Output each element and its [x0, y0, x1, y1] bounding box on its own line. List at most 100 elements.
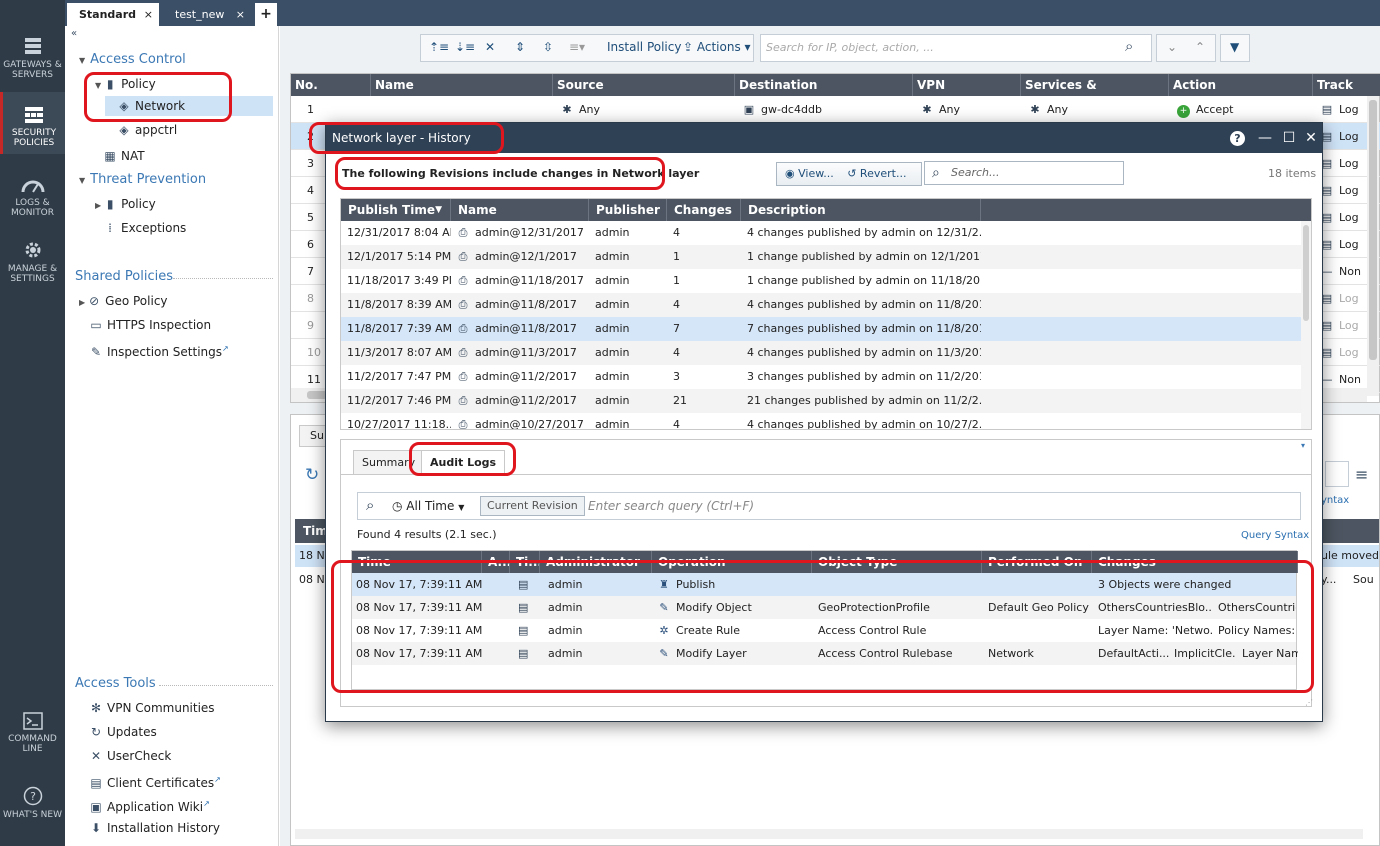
search-icon[interactable]: ⌕: [366, 496, 374, 514]
section-access-control[interactable]: ▼ Access Control: [79, 52, 186, 67]
filter-button[interactable]: ▼: [1220, 34, 1250, 62]
view-button[interactable]: ◉ View...: [785, 167, 834, 180]
tool-updates[interactable]: ↻ Updates: [89, 722, 157, 742]
column-header[interactable]: Name: [371, 74, 553, 96]
rail-manage-settings[interactable]: MANAGE & SETTINGS: [0, 240, 65, 284]
rail-label: COMMAND LINE: [8, 734, 57, 754]
rule-number: 3: [307, 157, 314, 170]
tool-installation-history[interactable]: ⬇ Installation History: [89, 818, 220, 838]
tree-item-exceptions[interactable]: ⁞ Exceptions: [103, 218, 186, 238]
rail-gateways[interactable]: GATEWAYS & SERVERS: [0, 36, 65, 80]
column-header[interactable]: Changes: [667, 199, 741, 221]
rule-number: 9: [307, 319, 314, 332]
header-label: Publish Time: [348, 203, 435, 217]
collapse-icon[interactable]: ▾: [1301, 441, 1305, 450]
expand-icon[interactable]: ⇕: [515, 40, 525, 54]
cell-name: ⎙ admin@11/3/2017: [451, 341, 589, 365]
revision-row[interactable]: 11/3/2017 8:07 AM ⎙ admin@11/3/2017 admin 4 4…: [341, 341, 1303, 365]
cell-name: ⎙ admin@10/27/2017: [451, 413, 589, 430]
revision-row[interactable]: 10/27/2017 11:18... ⎙ admin@10/27/2017 admi…: [341, 413, 1303, 430]
revision-row[interactable]: 11/8/2017 8:39 AM ⎙ admin@11/8/2017 admin 4 4…: [341, 293, 1303, 317]
refresh-icon[interactable]: ↻: [305, 465, 319, 485]
column-header[interactable]: Source: [553, 74, 735, 96]
revision-row[interactable]: 11/2/2017 7:46 PM ⎙ admin@11/2/2017 admin 21…: [341, 389, 1303, 413]
add-rule-below-icon[interactable]: ⇣≡: [455, 40, 475, 54]
tool-usercheck[interactable]: ✕ UserCheck: [89, 746, 171, 766]
column-header[interactable]: Destination: [735, 74, 913, 96]
column-header[interactable]: Action: [1169, 74, 1313, 96]
table-row[interactable]: 1 ✱ Any ▣ gw-dc4ddb ✱ Any ✱ Any + Accept ▤ Log: [291, 96, 1380, 123]
new-tab-button[interactable]: +: [255, 3, 277, 26]
revision-row[interactable]: 11/18/2017 3:49 PM ⎙ admin@11/18/2017 admin…: [341, 269, 1303, 293]
query-input[interactable]: Enter search query (Ctrl+F): [588, 499, 754, 513]
collapse-panel-icon[interactable]: «: [71, 28, 77, 39]
add-rule-above-icon[interactable]: ⇡≡: [429, 40, 449, 54]
tree-item-https-inspection[interactable]: ▭ HTTPS Inspection: [89, 315, 211, 335]
current-revision-chip[interactable]: Current Revision: [480, 496, 585, 516]
revisions-scrollbar[interactable]: [1301, 221, 1311, 429]
column-header[interactable]: Name: [451, 199, 589, 221]
menu-icon[interactable]: ≡: [1355, 465, 1368, 484]
tree-item-tp-policy[interactable]: ▶ ▮ Policy: [95, 194, 156, 214]
chevron-up-icon[interactable]: ⌃: [1195, 40, 1205, 54]
maximize-icon[interactable]: ☐: [1280, 129, 1298, 147]
tree-label: Geo Policy: [105, 294, 168, 308]
revision-row[interactable]: 12/31/2017 8:04 AM ⎙ admin@12/31/2017 admin…: [341, 221, 1303, 245]
chevron-down-icon[interactable]: ⌄: [1167, 40, 1177, 54]
query-syntax-link[interactable]: yntax: [1321, 495, 1349, 506]
revision-row[interactable]: 11/8/2017 7:39 AM ⎙ admin@11/8/2017 admin 7 7…: [341, 317, 1303, 341]
hscrollbar[interactable]: [295, 829, 1363, 839]
tab-test-new[interactable]: test_new ×: [163, 3, 253, 26]
column-header[interactable]: No.: [291, 74, 371, 96]
column-header[interactable]: Publisher: [589, 199, 667, 221]
section-threat-prevention[interactable]: ▼ Threat Prevention: [79, 172, 206, 187]
query-box-edge[interactable]: [1325, 461, 1349, 487]
policy-search-input[interactable]: Search for IP, object, action, ... ⌕: [760, 34, 1152, 62]
revision-icon: ⎙: [458, 226, 468, 239]
tree-label: Updates: [107, 725, 157, 739]
menu-icon[interactable]: ≡▾: [569, 40, 585, 54]
query-syntax-link[interactable]: Query Syntax: [1241, 530, 1309, 541]
time-filter-dropdown[interactable]: ◷ All Time ▼: [392, 499, 464, 513]
tree-item-inspection-settings[interactable]: ✎ Inspection Settings↗: [89, 339, 229, 359]
rail-whats-new[interactable]: ? WHAT'S NEW: [0, 786, 65, 820]
column-header[interactable]: Track: [1313, 74, 1380, 96]
tree-label: Installation History: [107, 821, 220, 835]
revision-icon: ⎙: [458, 418, 468, 430]
resize-grip-icon[interactable]: ⋰: [1305, 698, 1313, 707]
cell-name: ⎙ admin@12/1/2017: [451, 245, 589, 269]
tool-application-wiki[interactable]: ▣ Application Wiki↗: [89, 794, 209, 814]
tree-item-geo-policy[interactable]: ▶ ⊘ Geo Policy: [79, 291, 168, 311]
revision-row[interactable]: 12/1/2017 5:14 PM ⎙ admin@12/1/2017 admin 1 1…: [341, 245, 1303, 269]
minimize-icon[interactable]: —: [1256, 129, 1274, 147]
tab-standard[interactable]: Standard ×: [67, 3, 159, 26]
delete-icon[interactable]: ✕: [485, 40, 495, 54]
rail-logs-monitor[interactable]: LOGS & MONITOR: [0, 178, 65, 218]
actions-button[interactable]: ⇪ Actions ▾: [683, 40, 751, 54]
column-header[interactable]: Description: [741, 199, 981, 221]
collapse-icon[interactable]: ⇳: [543, 40, 553, 54]
search-icon[interactable]: ⌕: [1125, 37, 1133, 55]
revision-row[interactable]: 11/2/2017 7:47 PM ⎙ admin@11/2/2017 admin 3 3…: [341, 365, 1303, 389]
rail-security-policies[interactable]: SECURITY POLICIES: [0, 92, 65, 154]
cell-name: ⎙ admin@11/2/2017: [451, 365, 589, 389]
install-policy-button[interactable]: Install Policy: [607, 40, 681, 54]
revert-button[interactable]: ↺ Revert...: [847, 167, 906, 180]
close-tab-icon[interactable]: ×: [236, 3, 245, 26]
close-tab-icon[interactable]: ×: [144, 3, 153, 26]
tree-item-appctrl[interactable]: ◈ appctrl: [117, 120, 177, 140]
track-label: Non: [1339, 373, 1361, 386]
tool-client-certificates[interactable]: ▤ Client Certificates↗: [89, 770, 221, 790]
column-header[interactable]: Publish Time ▼: [341, 199, 451, 221]
revision-search-input[interactable]: ⌕ Search...: [924, 161, 1124, 185]
gateway-icon: ▣: [743, 103, 755, 116]
rail-command-line[interactable]: COMMAND LINE: [0, 712, 65, 754]
revision-name: admin@12/1/2017: [475, 250, 577, 263]
tool-vpn-communities[interactable]: ✻ VPN Communities: [89, 698, 215, 718]
tree-item-nat[interactable]: ▦ NAT: [103, 146, 144, 166]
column-header[interactable]: Services & Applications: [1021, 74, 1169, 114]
help-icon[interactable]: ?: [1230, 131, 1245, 146]
column-header[interactable]: VPN: [913, 74, 1021, 96]
grid-scrollbar[interactable]: [1367, 96, 1379, 396]
close-icon[interactable]: ✕: [1302, 129, 1320, 147]
